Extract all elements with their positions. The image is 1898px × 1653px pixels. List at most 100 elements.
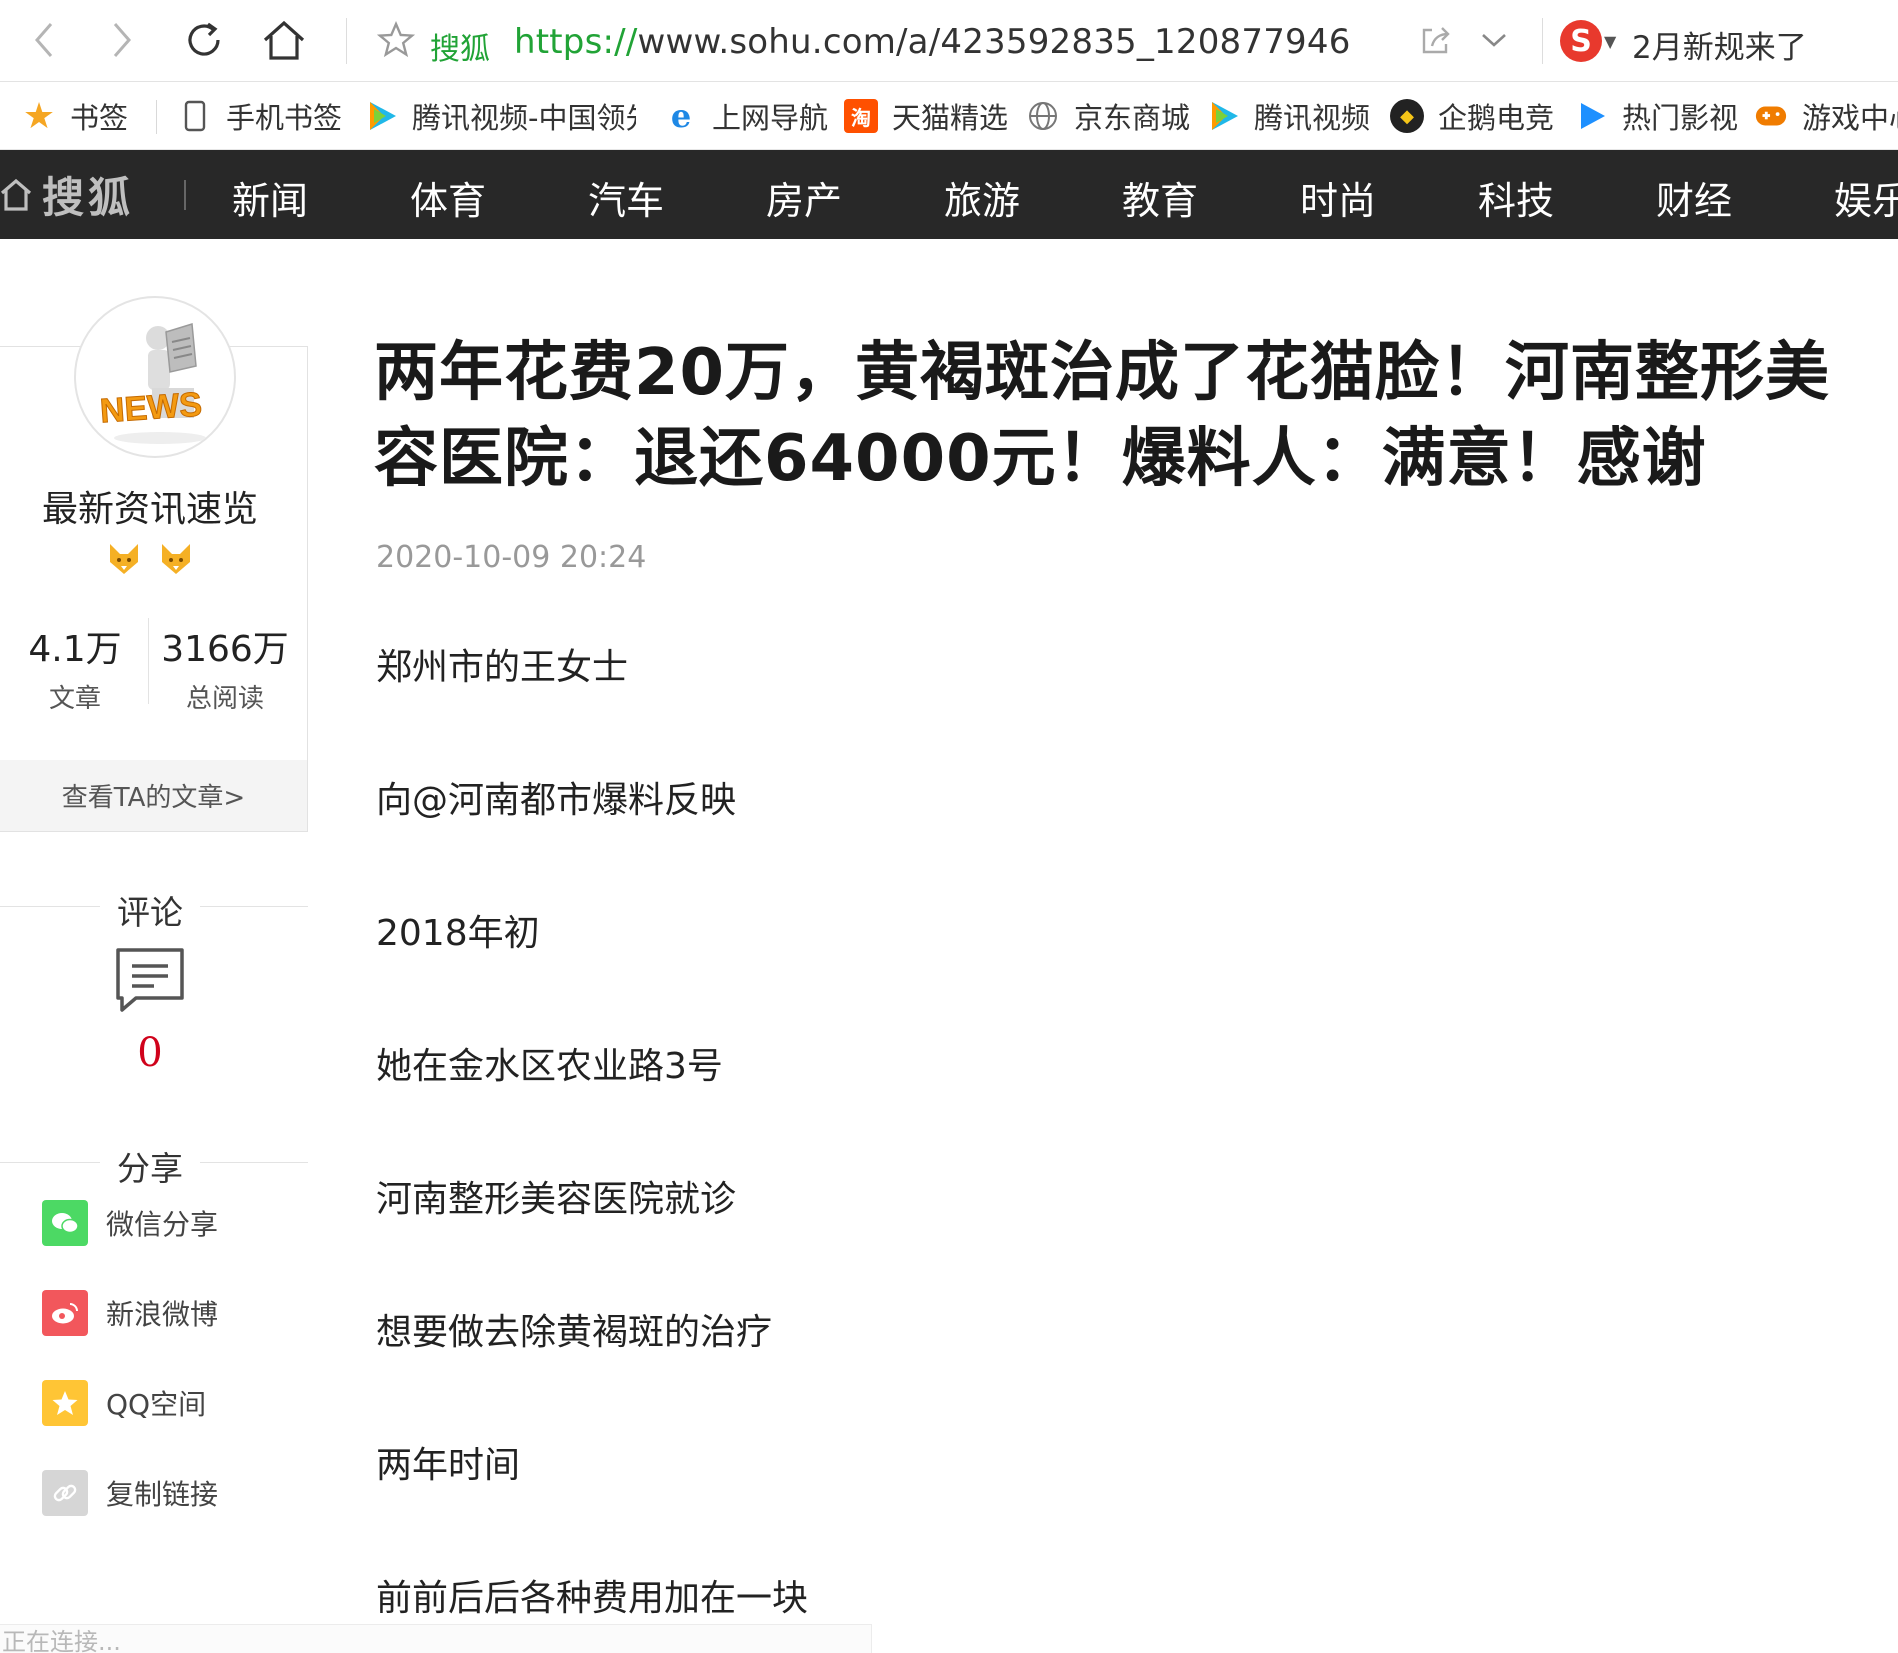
nav-item-entertainment[interactable]: 娱乐: [1834, 170, 1898, 225]
nav-item-news[interactable]: 新闻: [232, 170, 308, 225]
bookmark-item[interactable]: 热门影视: [1574, 82, 1739, 149]
reads-stat: 3166万 总阅读: [160, 620, 290, 715]
sogou-search-icon[interactable]: S: [1560, 20, 1602, 62]
site-navigation: 搜狐 新闻 体育 汽车 房产 旅游 教育 时尚 科技 财经 娱乐: [0, 150, 1898, 239]
bookmark-star-icon[interactable]: [370, 14, 422, 66]
logo-text: 搜狐: [42, 172, 135, 222]
bookmark-item[interactable]: 腾讯视频: [1206, 82, 1371, 149]
home-icon[interactable]: [258, 14, 310, 66]
bookmark-item[interactable]: 淘 天猫精选: [844, 82, 1009, 149]
bookmark-label: 腾讯视频-中国领先: [412, 101, 636, 135]
bookmark-item[interactable]: e 上网导航: [664, 82, 828, 149]
heading-line: [200, 906, 308, 907]
articles-stat: 4.1万 文章: [20, 620, 130, 715]
bookmark-item[interactable]: 游戏中心: [1754, 82, 1898, 149]
promo-link[interactable]: 2月新规来了: [1632, 22, 1807, 67]
bookmark-label: 手机书签: [226, 101, 343, 135]
stat-divider: [148, 618, 149, 704]
share-label: 新浪微博: [106, 1298, 219, 1331]
nav-item-education[interactable]: 教育: [1122, 170, 1198, 225]
article-paragraph: 两年时间: [376, 1445, 521, 1486]
url-path: www.sohu.com/a/423592835_120877946: [637, 22, 1351, 62]
phone-icon: [178, 99, 212, 133]
bookmark-label: 热门影视: [1622, 101, 1739, 135]
share-label: 微信分享: [106, 1208, 219, 1241]
article-paragraph: 2018年初: [376, 913, 540, 954]
share-weibo-button[interactable]: 新浪微博: [42, 1290, 218, 1336]
nav-item-fashion[interactable]: 时尚: [1300, 170, 1376, 225]
toolbar-divider: [346, 18, 347, 64]
link-icon: [42, 1470, 88, 1516]
share-page-icon[interactable]: [1410, 14, 1462, 66]
bookmark-item[interactable]: ◆ 企鹅电竞: [1390, 82, 1555, 149]
articles-label: 文章: [48, 684, 101, 714]
fox-badge-icon: [162, 544, 190, 574]
comment-count[interactable]: 0: [0, 1030, 300, 1076]
caret-down-icon[interactable]: ▼: [1604, 32, 1616, 51]
taobao-icon: 淘: [844, 99, 878, 133]
tencent-video-icon: [1206, 99, 1240, 133]
address-bar: 搜狐 https://www.sohu.com/a/423592835_1208…: [0, 0, 1898, 82]
comments-heading: 评论: [0, 886, 308, 932]
article-title: 两年花费20万，黄褐斑治成了花猫脸！河南整形美容医院：退还64000元！爆料人：…: [374, 336, 1831, 496]
chevron-down-icon[interactable]: [1468, 14, 1520, 66]
heading-line: [0, 1162, 100, 1163]
bookmarks-bar: ★ 书签 手机书签 腾讯视频-中国领先 e 上网导航 淘 天猫精选 京东商城 腾…: [0, 82, 1898, 150]
sohu-logo[interactable]: 搜狐: [0, 168, 134, 222]
nav-item-tech[interactable]: 科技: [1478, 170, 1554, 225]
url-protocol: https://: [514, 22, 638, 62]
comment-icon[interactable]: [114, 946, 186, 1016]
share-heading-label: 分享: [117, 1149, 183, 1188]
bookmark-item[interactable]: 腾讯视频-中国领先: [364, 82, 636, 149]
view-author-articles-link[interactable]: 查看TA的文章>: [0, 760, 307, 831]
share-qzone-button[interactable]: QQ空间: [42, 1380, 206, 1426]
reads-label: 总阅读: [185, 684, 264, 714]
gamepad-icon: [1754, 99, 1788, 133]
globe-icon: [1026, 99, 1060, 133]
nav-item-travel[interactable]: 旅游: [944, 170, 1020, 225]
article-paragraph: 河南整形美容医院就诊: [376, 1179, 737, 1220]
article-paragraph: 郑州市的王女士: [376, 647, 629, 688]
article-paragraph: 想要做去除黄褐斑的治疗: [376, 1312, 773, 1353]
star-icon: ★: [22, 95, 56, 137]
reload-icon[interactable]: [178, 14, 230, 66]
tencent-video-icon: [364, 99, 398, 133]
share-wechat-button[interactable]: 微信分享: [42, 1200, 218, 1246]
weibo-icon: [42, 1290, 88, 1336]
nav-divider: [184, 180, 186, 210]
forward-icon[interactable]: [96, 14, 148, 66]
bookmark-item[interactable]: 京东商城: [1026, 82, 1191, 149]
nav-item-finance[interactable]: 财经: [1656, 170, 1732, 225]
share-label: 复制链接: [106, 1478, 219, 1511]
heading-line: [0, 906, 100, 907]
back-icon[interactable]: [18, 14, 70, 66]
reads-count: 3166万: [161, 629, 289, 670]
share-copy-link-button[interactable]: 复制链接: [42, 1470, 218, 1516]
bookmark-label: 企鹅电竞: [1438, 101, 1555, 135]
bookmark-label: 京东商城: [1074, 101, 1191, 135]
bookmark-label: 天猫精选: [892, 101, 1009, 135]
bookmark-label: 书签: [70, 101, 129, 135]
article-paragraph: 向@河南都市爆料反映: [376, 780, 737, 821]
avatar-text: NEWS: [99, 385, 203, 430]
share-label: QQ空间: [106, 1388, 207, 1421]
qzone-icon: [42, 1380, 88, 1426]
bookmark-item[interactable]: 手机书签: [178, 82, 343, 149]
bookmark-item[interactable]: ★ 书签: [22, 82, 129, 149]
bookmarks-divider: [156, 100, 157, 134]
articles-count: 4.1万: [28, 629, 122, 670]
nav-item-realestate[interactable]: 房产: [766, 170, 842, 225]
nav-item-auto[interactable]: 汽车: [588, 170, 664, 225]
nav-item-sports[interactable]: 体育: [410, 170, 486, 225]
site-identity-label[interactable]: 搜狐: [430, 24, 490, 68]
share-heading: 分享: [0, 1142, 308, 1188]
avatar[interactable]: NEWS: [74, 296, 236, 458]
bookmark-label: 游戏中心: [1802, 101, 1898, 135]
ie-icon: e: [670, 97, 692, 135]
url-input[interactable]: https://www.sohu.com/a/423592835_1208779…: [514, 22, 1351, 62]
heading-line: [200, 1162, 308, 1163]
article-paragraph: 她在金水区农业路3号: [376, 1046, 723, 1087]
author-name[interactable]: 最新资讯速览: [0, 480, 300, 532]
penguin-esports-icon: ◆: [1390, 99, 1424, 133]
bookmark-label: 腾讯视频: [1254, 101, 1371, 135]
